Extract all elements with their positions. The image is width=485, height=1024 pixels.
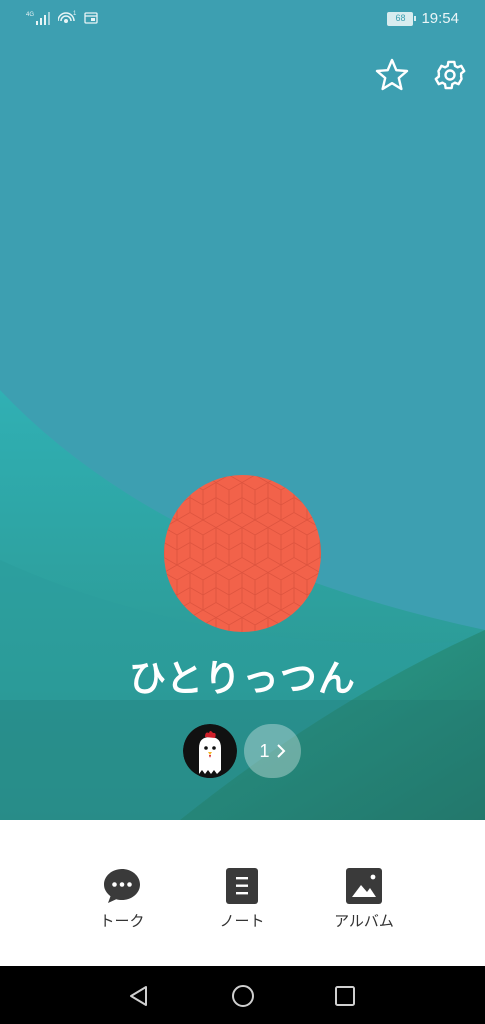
calendar-notification-icon <box>84 12 98 24</box>
group-avatar[interactable] <box>164 475 321 632</box>
action-bar: トーク ノート アルバム <box>0 820 485 966</box>
recent-square-icon <box>335 986 355 1006</box>
more-members-count: 1 <box>259 740 270 761</box>
group-avatar-image <box>164 475 321 632</box>
status-left: 4G 1 <box>26 10 98 26</box>
home-circle-icon <box>232 985 254 1007</box>
more-members-button[interactable]: 1 <box>244 724 301 778</box>
profile-hero: 4G 1 68 19:54 ひとりっつん 1 <box>0 0 485 820</box>
talk-label: トーク <box>99 912 145 930</box>
chat-bubble-icon <box>104 869 140 903</box>
chevron-right-icon <box>276 744 285 758</box>
favorite-button[interactable] <box>374 57 410 93</box>
talk-button[interactable]: トーク <box>72 866 172 931</box>
star-icon <box>375 58 409 91</box>
svg-text:4G: 4G <box>26 12 34 18</box>
cellular-signal-icon: 4G <box>26 12 50 25</box>
status-right: 68 19:54 <box>387 10 459 27</box>
album-label: アルバム <box>334 912 394 930</box>
system-nav-bar <box>0 966 485 1024</box>
settings-button[interactable] <box>432 57 468 93</box>
status-bar: 4G 1 68 19:54 <box>0 0 485 40</box>
member-avatar[interactable] <box>183 724 237 778</box>
group-name: ひとりっつん <box>129 657 356 700</box>
album-icon <box>346 868 382 904</box>
nav-home-button[interactable] <box>229 982 257 1010</box>
status-time: 19:54 <box>421 10 459 27</box>
svg-text:1: 1 <box>73 11 77 17</box>
note-label: ノート <box>219 912 265 930</box>
hotspot-icon: 1 <box>58 11 77 23</box>
gear-icon <box>434 60 466 90</box>
note-button[interactable]: ノート <box>192 866 292 931</box>
chicken-avatar-icon <box>183 724 237 778</box>
nav-back-button[interactable] <box>125 982 153 1010</box>
nav-recent-button[interactable] <box>331 982 359 1010</box>
back-triangle-icon <box>130 986 147 1006</box>
album-button[interactable]: アルバム <box>314 866 414 931</box>
battery-icon: 68 <box>387 11 417 26</box>
note-icon <box>226 868 258 904</box>
